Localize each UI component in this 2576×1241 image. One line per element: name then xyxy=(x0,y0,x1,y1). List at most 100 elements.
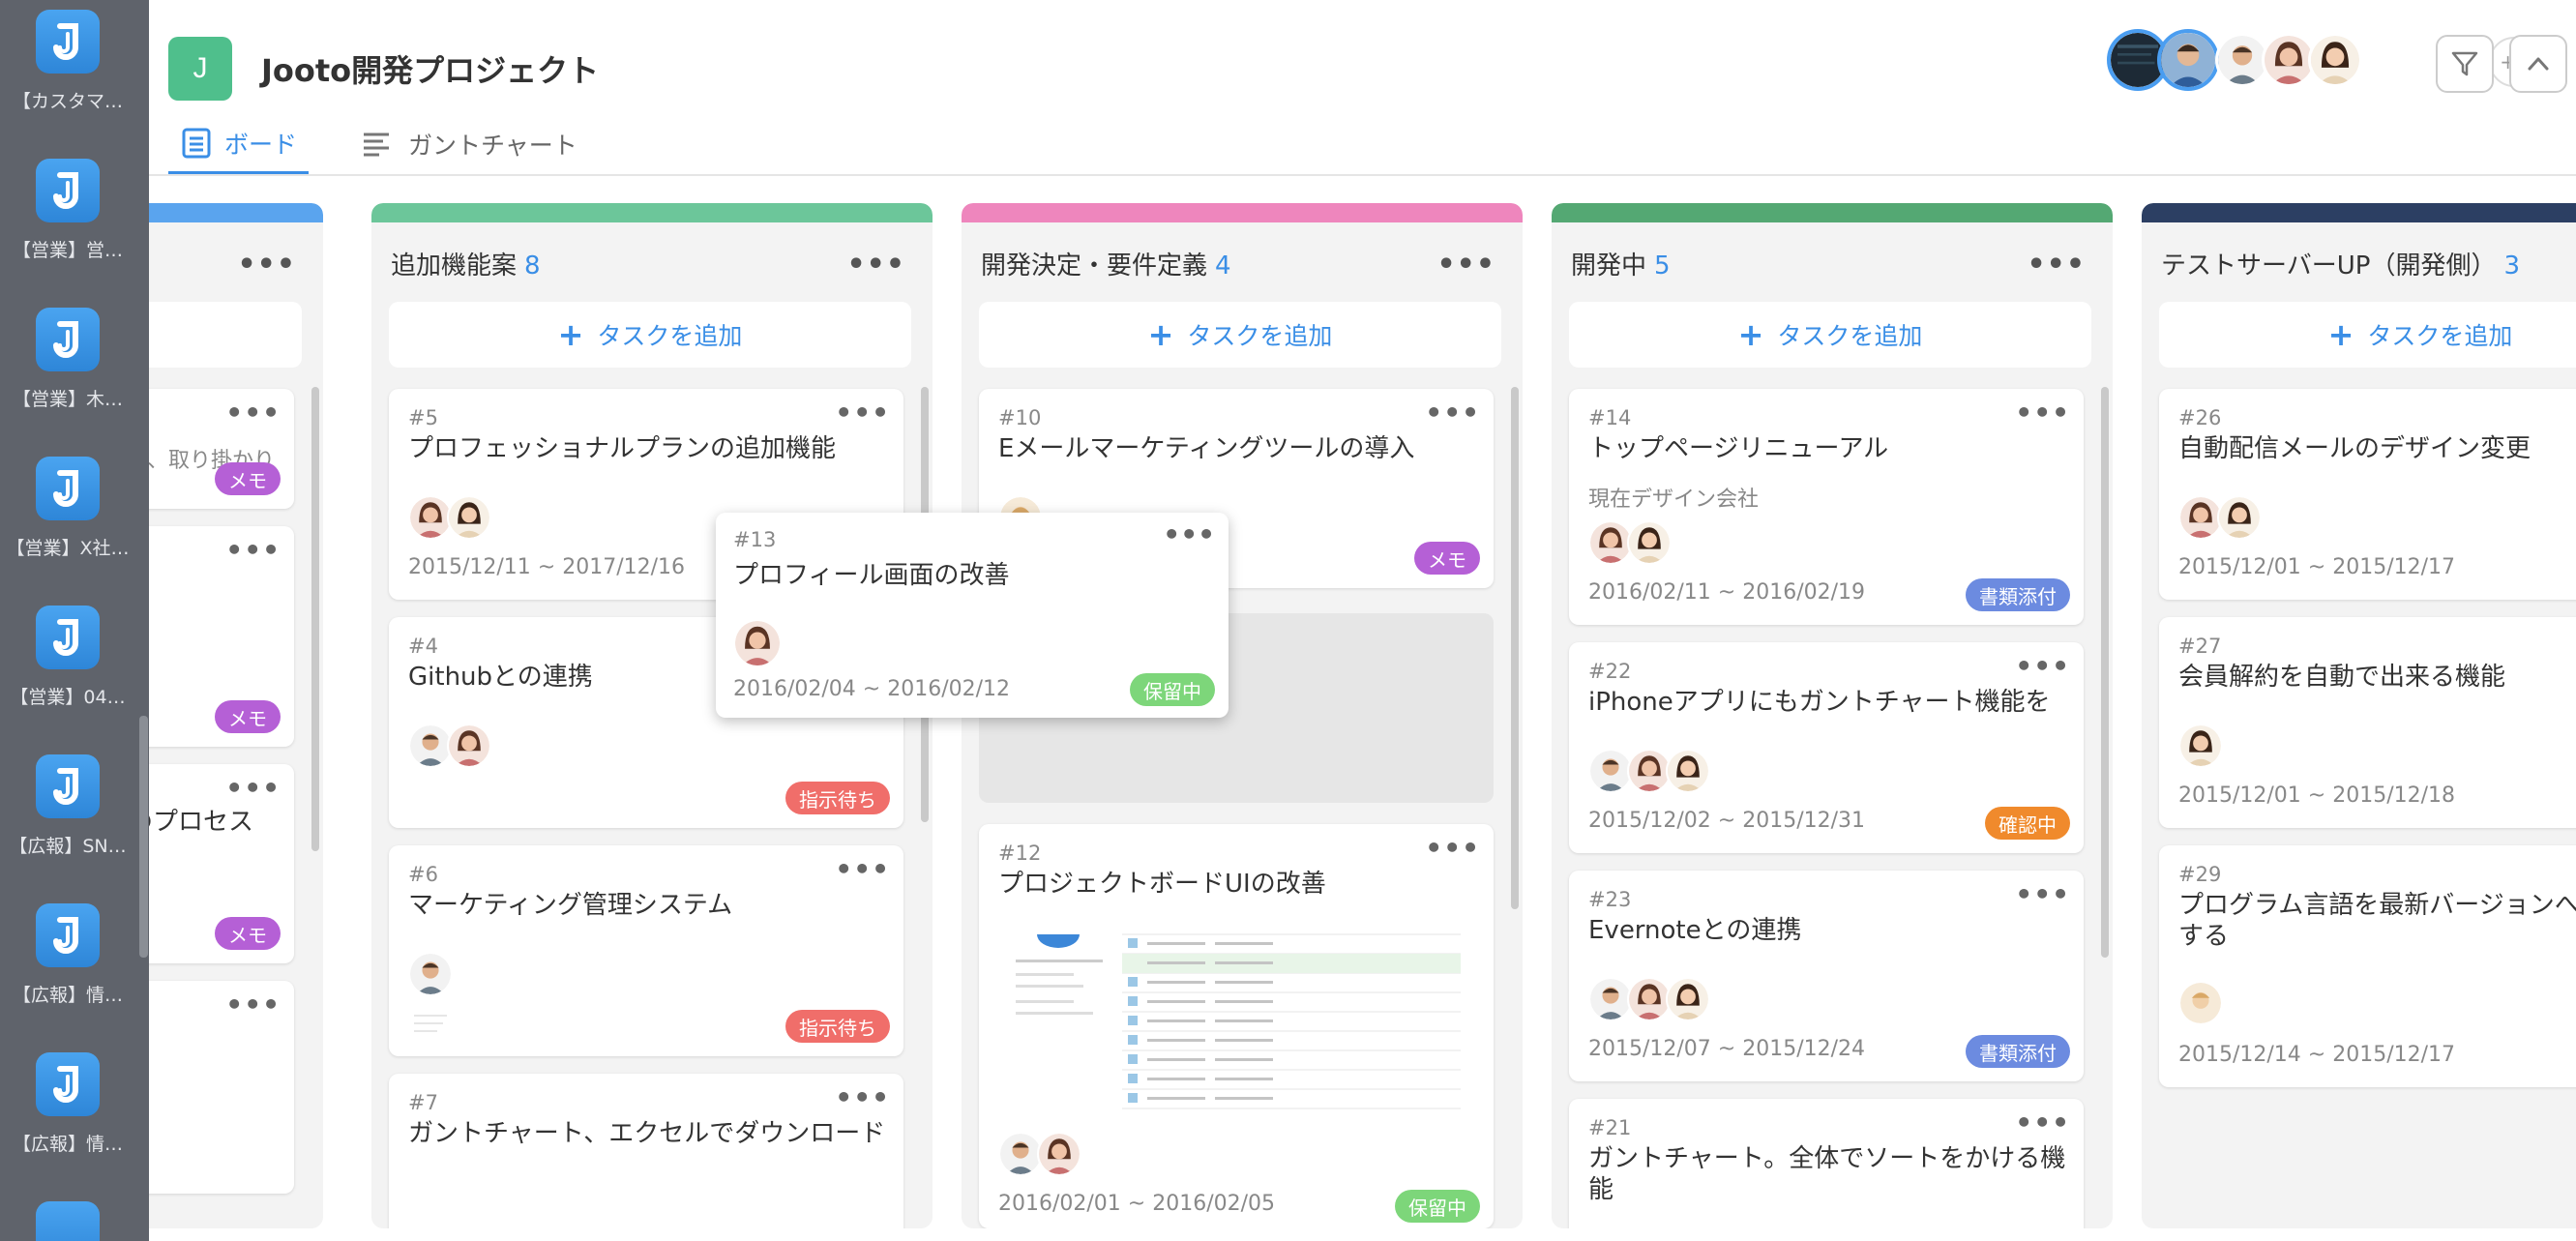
sidebar-project-4[interactable]: 【営業】X社… xyxy=(0,457,135,560)
task-card[interactable]: #21 ••• ガントチャート。全体でソートをかける機能 xyxy=(1569,1099,2084,1228)
page-title: Jooto開発プロジェクト xyxy=(261,52,600,89)
card-title: プロフィール画面の改善 xyxy=(733,561,1010,590)
card-menu-button[interactable]: ••• xyxy=(2015,650,2070,682)
card-menu-button[interactable]: ••• xyxy=(2015,1107,2070,1138)
avatar[interactable] xyxy=(2308,33,2362,87)
card-dates: 2015/12/01 ~ 2015/12/18 xyxy=(2178,783,2456,808)
column-menu-button[interactable]: ••• xyxy=(2027,248,2086,281)
card-number: #21 xyxy=(1588,1116,1632,1139)
task-card[interactable]: #29 プログラム言語を最新バージョンへアップデートする 2015/12/14 … xyxy=(2159,845,2576,1087)
task-card[interactable]: #27 会員解約を自動で出来る機能 2015/12/01 ~ 2015/12/1… xyxy=(2159,617,2576,828)
sidebar-project-3[interactable]: 【営業】木… xyxy=(0,308,135,411)
sidebar-project-9[interactable] xyxy=(0,1201,135,1241)
add-task-button[interactable] xyxy=(149,302,302,368)
task-card[interactable]: ••• メモ xyxy=(149,526,294,747)
task-card[interactable]: #7 ••• ガントチャート、エクセルでダウンロード xyxy=(389,1074,903,1228)
avatar xyxy=(1666,977,1710,1021)
card-title: ガントチャート、エクセルでダウンロード xyxy=(408,1119,886,1148)
board-column-テストサーバーUP: テストサーバーUP（開発側） 3 + タスクを追加 #26 自動配信メールのデザイン… xyxy=(2142,203,2576,1228)
task-card[interactable]: #23 ••• Evernoteとの連携 2015/12/07 ~ 2015/1… xyxy=(1569,871,2084,1081)
card-menu-button[interactable]: ••• xyxy=(835,1081,890,1113)
task-card[interactable]: ••• ら、取り掛かり メモ xyxy=(149,389,294,509)
task-card[interactable]: #22 ••• iPhoneアプリにもガントチャート機能を 2015/12/02… xyxy=(1569,642,2084,853)
sidebar-project-6[interactable]: 【広報】SN… xyxy=(0,754,135,858)
dragging-task-card[interactable]: #13 ••• プロフィール画面の改善 2016/02/04 ~ 2016/02… xyxy=(716,513,1229,718)
sidebar-project-1[interactable]: 【カスタマ… xyxy=(0,10,135,113)
collapse-header-button[interactable] xyxy=(2509,35,2567,93)
avatar xyxy=(2178,981,2223,1025)
column-scrollbar[interactable] xyxy=(1511,387,1519,909)
card-number: #6 xyxy=(408,863,438,886)
column-count: 3 xyxy=(2503,251,2520,281)
card-menu-button[interactable]: ••• xyxy=(225,534,281,566)
task-card[interactable]: #12 ••• プロジェクトボードUIの改善 2016/02/01 ~ 2016… xyxy=(979,824,1494,1228)
card-number: #5 xyxy=(408,406,438,429)
status-badge: 書類添付 xyxy=(1966,1035,2070,1068)
filter-button[interactable] xyxy=(2436,35,2494,93)
column-menu-button[interactable]: ••• xyxy=(1436,248,1495,281)
card-number: #27 xyxy=(2178,635,2222,658)
task-card[interactable]: #6 ••• マーケティング管理システム 指示待ち xyxy=(389,845,903,1056)
card-number: #13 xyxy=(733,528,777,551)
column-title: 開発中 5 xyxy=(1571,251,1671,281)
card-menu-button[interactable]: ••• xyxy=(835,853,890,885)
avatar xyxy=(1037,1132,1081,1176)
kanban-board: ••• ••• ら、取り掛かり メモ ••• メモ ••• のプロセス メモ •… xyxy=(149,178,2576,1241)
column-color-bar xyxy=(371,203,933,222)
jooto-logo-icon xyxy=(36,1201,100,1241)
status-badge: メモ xyxy=(215,917,281,950)
card-number: #7 xyxy=(408,1091,438,1114)
plus-icon: + xyxy=(557,316,584,353)
jooto-logo-icon xyxy=(36,159,100,222)
card-menu-button[interactable]: ••• xyxy=(1425,397,1480,428)
avatar[interactable] xyxy=(2157,29,2219,91)
card-menu-button[interactable]: ••• xyxy=(1425,832,1480,864)
add-task-button[interactable]: + タスクを追加 xyxy=(979,302,1501,368)
add-task-button[interactable]: + タスクを追加 xyxy=(389,302,911,368)
jooto-logo-icon xyxy=(36,606,100,669)
tab-gantt-chart[interactable]: ガントチャート xyxy=(362,124,577,174)
plus-icon: + xyxy=(1147,316,1174,353)
column-menu-button[interactable]: ••• xyxy=(846,248,905,281)
card-title: ガントチャート。全体でソートをかける機能 xyxy=(1588,1144,2066,1204)
tab-board[interactable]: ボード xyxy=(168,124,310,174)
card-menu-button[interactable]: ••• xyxy=(225,989,281,1020)
card-title: トップページリニューアル xyxy=(1588,434,1889,463)
column-scrollbar[interactable] xyxy=(311,387,319,851)
avatar xyxy=(735,621,780,665)
jooto-logo-icon xyxy=(36,903,100,967)
avatar xyxy=(2217,495,2262,540)
card-dates: 2015/12/07 ~ 2015/12/24 xyxy=(1588,1037,1866,1061)
column-scrollbar[interactable] xyxy=(2101,387,2109,958)
sidebar-project-2[interactable]: 【営業】営… xyxy=(0,159,135,262)
card-number: #4 xyxy=(408,635,438,658)
card-menu-button[interactable]: ••• xyxy=(835,397,890,428)
card-menu-button[interactable]: ••• xyxy=(2015,397,2070,428)
task-card[interactable]: #14 ••• トップページリニューアル 現在デザイン会社 2016/02/11… xyxy=(1569,389,2084,625)
column-menu-button[interactable]: ••• xyxy=(237,248,296,281)
card-menu-button[interactable]: ••• xyxy=(225,772,281,804)
sidebar-project-5[interactable]: 【営業】04… xyxy=(0,606,135,709)
status-badge: メモ xyxy=(215,462,281,495)
task-card[interactable]: ••• xyxy=(149,981,294,1194)
status-badge: 指示待ち xyxy=(785,1010,890,1043)
sidebar-project-label: 【営業】X社… xyxy=(6,538,130,559)
add-task-button[interactable]: + タスクを追加 xyxy=(2159,302,2576,368)
sidebar-scrollbar[interactable] xyxy=(139,716,148,958)
column-color-bar xyxy=(1552,203,2113,222)
card-menu-button[interactable]: ••• xyxy=(225,397,281,428)
status-badge: 指示待ち xyxy=(785,782,890,814)
card-number: #29 xyxy=(2178,863,2222,886)
sidebar-project-8[interactable]: 【広報】情… xyxy=(0,1052,135,1156)
task-card[interactable]: ••• のプロセス メモ xyxy=(149,764,294,963)
sidebar-project-7[interactable]: 【広報】情… xyxy=(0,903,135,1007)
card-menu-button[interactable]: ••• xyxy=(2015,878,2070,910)
card-title: Evernoteとの連携 xyxy=(1588,916,1802,945)
board-column: ••• ••• ら、取り掛かり メモ ••• メモ ••• のプロセス メモ •… xyxy=(149,203,323,1228)
add-task-button[interactable]: + タスクを追加 xyxy=(1569,302,2091,368)
card-menu-button[interactable]: ••• xyxy=(1163,518,1215,550)
jooto-logo-icon xyxy=(36,457,100,520)
column-count: 5 xyxy=(1654,251,1671,281)
task-card[interactable]: #26 自動配信メールのデザイン変更 2015/12/01 ~ 2015/12/… xyxy=(2159,389,2576,600)
chevron-up-icon xyxy=(2528,57,2549,71)
